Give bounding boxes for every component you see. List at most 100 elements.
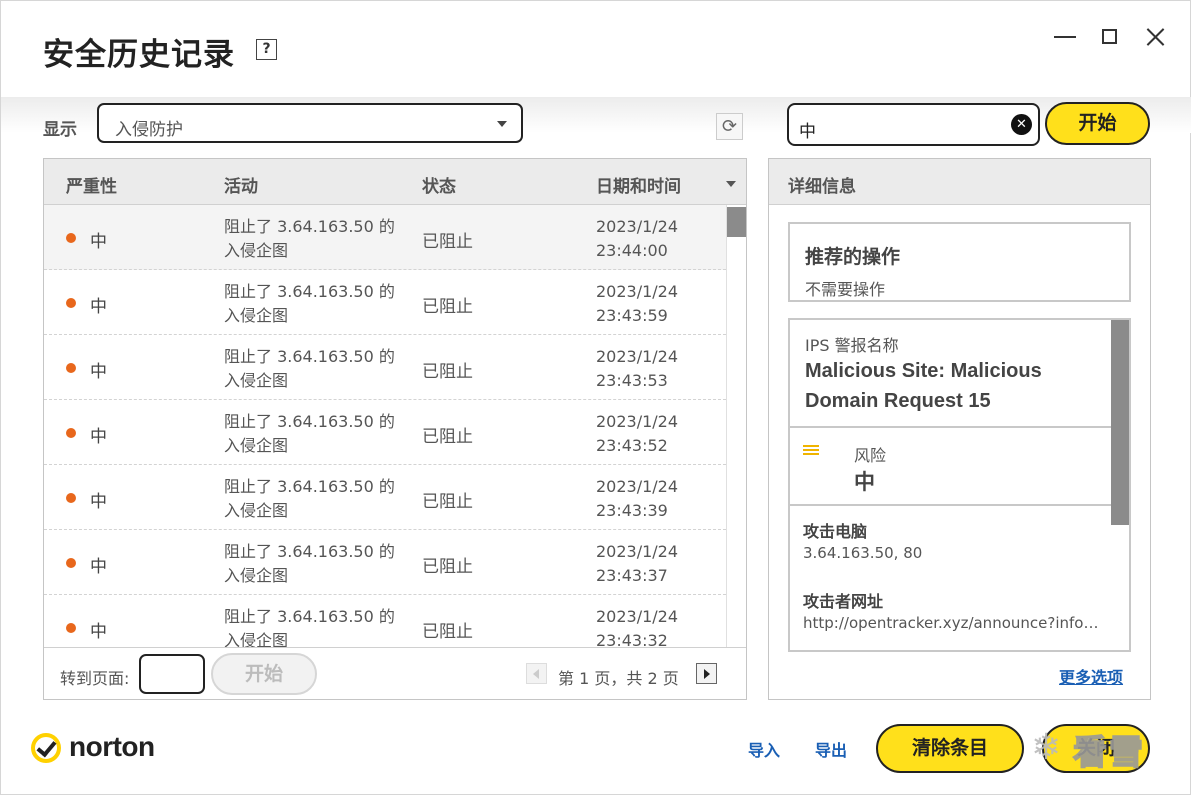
row-activity: 阻止了 3.64.163.50 的入侵企图 bbox=[224, 477, 395, 520]
column-header-datetime[interactable]: 日期和时间 bbox=[596, 172, 681, 197]
minimize-button[interactable] bbox=[1051, 23, 1079, 51]
table-row[interactable]: 中 阻止了 3.64.163.50 的入侵企图 已阻止 2023/1/24 23:… bbox=[44, 205, 726, 270]
table-row[interactable]: 中 阻止了 3.64.163.50 的入侵企图 已阻止 2023/1/24 23:… bbox=[44, 270, 726, 335]
column-header-activity[interactable]: 活动 bbox=[224, 172, 258, 197]
attacker-url-label: 攻击者网址 bbox=[803, 592, 884, 611]
search-input-value: 中 bbox=[799, 122, 816, 142]
list-scrollbar[interactable] bbox=[726, 205, 746, 647]
snowflake-icon: ❄ bbox=[1031, 727, 1062, 768]
ips-alert-label: IPS 警报名称 bbox=[805, 336, 899, 355]
table-row[interactable]: 中 阻止了 3.64.163.50 的入侵企图 已阻止 2023/1/24 23:… bbox=[44, 465, 726, 530]
maximize-button[interactable] bbox=[1096, 23, 1124, 51]
norton-logo-text: norton bbox=[69, 731, 155, 762]
table-row[interactable]: 中 阻止了 3.64.163.50 的入侵企图 已阻止 2023/1/24 23:… bbox=[44, 530, 726, 595]
severity-dot-icon bbox=[66, 363, 76, 373]
severity-dot-icon bbox=[66, 493, 76, 503]
row-activity: 阻止了 3.64.163.50 的入侵企图 bbox=[224, 412, 395, 455]
filter-dropdown[interactable]: 入侵防护 bbox=[97, 103, 523, 143]
attacker-url-value: http://opentracker.xyz/announce?info_has… bbox=[803, 614, 1103, 632]
security-history-window: 安全历史记录 ? 显示 入侵防护 ⟳ 中 ✕ 开始 严重性 活动 状态 日期和时… bbox=[0, 0, 1191, 795]
row-activity: 阻止了 3.64.163.50 的入侵企图 bbox=[224, 542, 395, 585]
row-date: 2023/1/24 bbox=[596, 217, 679, 236]
ips-alert-value: Malicious Site: Malicious Domain Request… bbox=[805, 360, 1042, 412]
risk-section: 风险 中 bbox=[790, 428, 1111, 506]
table-row[interactable]: 中 阻止了 3.64.163.50 的入侵企图 已阻止 2023/1/24 23:… bbox=[44, 595, 726, 647]
row-date: 2023/1/24 bbox=[596, 282, 679, 301]
row-date: 2023/1/24 bbox=[596, 607, 679, 626]
watermark-text: 看雪 bbox=[1072, 732, 1145, 774]
row-severity: 中 bbox=[90, 492, 107, 512]
next-page-icon[interactable] bbox=[696, 663, 717, 684]
goto-page-button[interactable]: 开始 bbox=[211, 653, 317, 695]
clear-entries-button[interactable]: 清除条目 bbox=[876, 724, 1024, 773]
recommended-action-box: 推荐的操作 不需要操作 bbox=[788, 222, 1131, 302]
export-link[interactable]: 导出 bbox=[815, 737, 847, 761]
search-input[interactable]: 中 ✕ bbox=[787, 103, 1040, 146]
table-row[interactable]: 中 阻止了 3.64.163.50 的入侵企图 已阻止 2023/1/24 23:… bbox=[44, 400, 726, 465]
row-time: 23:43:39 bbox=[596, 501, 668, 520]
row-datetime: 2023/1/24 23:43:59 bbox=[596, 280, 678, 328]
window-title: 安全历史记录 bbox=[43, 37, 235, 73]
row-date: 2023/1/24 bbox=[596, 542, 679, 561]
list-scrollbar-thumb[interactable] bbox=[727, 207, 746, 237]
row-severity: 中 bbox=[90, 297, 107, 317]
row-datetime: 2023/1/24 23:43:32 bbox=[596, 605, 678, 647]
severity-dot-icon bbox=[66, 558, 76, 568]
row-datetime: 2023/1/24 23:44:00 bbox=[596, 215, 678, 263]
list-header: 严重性 活动 状态 日期和时间 bbox=[44, 159, 746, 205]
column-header-severity[interactable]: 严重性 bbox=[66, 172, 117, 197]
details-scrollbar-thumb[interactable] bbox=[1111, 320, 1129, 525]
row-status: 已阻止 bbox=[422, 232, 473, 252]
row-severity: 中 bbox=[90, 232, 107, 252]
details-scrollbar[interactable] bbox=[1111, 320, 1129, 650]
close-window-button[interactable] bbox=[1141, 23, 1169, 51]
help-icon[interactable]: ? bbox=[256, 39, 277, 60]
severity-dot-icon bbox=[66, 233, 76, 243]
recommended-action-value: 不需要操作 bbox=[805, 280, 886, 299]
clear-search-icon[interactable]: ✕ bbox=[1011, 114, 1032, 135]
row-date: 2023/1/24 bbox=[596, 412, 679, 431]
row-severity: 中 bbox=[90, 622, 107, 642]
import-link[interactable]: 导入 bbox=[748, 737, 780, 761]
risk-label: 风险 bbox=[854, 446, 887, 465]
risk-value: 中 bbox=[854, 470, 875, 494]
pagination-bar: 转到页面: 开始 第 1 页，共 2 页 bbox=[44, 647, 746, 699]
row-datetime: 2023/1/24 23:43:39 bbox=[596, 475, 678, 523]
row-severity: 中 bbox=[90, 362, 107, 382]
row-time: 23:43:37 bbox=[596, 566, 668, 585]
goto-page-input[interactable] bbox=[139, 654, 205, 694]
show-label: 显示 bbox=[43, 120, 77, 140]
row-status: 已阻止 bbox=[422, 427, 473, 447]
severity-dot-icon bbox=[66, 623, 76, 633]
sort-down-icon[interactable] bbox=[726, 181, 736, 187]
severity-dot-icon bbox=[66, 428, 76, 438]
history-rows: 中 阻止了 3.64.163.50 的入侵企图 已阻止 2023/1/24 23:… bbox=[44, 205, 726, 647]
row-status: 已阻止 bbox=[422, 492, 473, 512]
row-time: 23:43:53 bbox=[596, 371, 668, 390]
refresh-icon[interactable]: ⟳ bbox=[716, 113, 743, 140]
row-time: 23:43:59 bbox=[596, 306, 668, 325]
history-list-panel: 严重性 活动 状态 日期和时间 中 阻止了 3.64.163.50 的入侵企图 … bbox=[43, 158, 747, 700]
details-header: 详细信息 bbox=[769, 159, 1150, 205]
row-date: 2023/1/24 bbox=[596, 477, 679, 496]
details-panel: 详细信息 推荐的操作 不需要操作 IPS 警报名称 Malicious Site… bbox=[768, 158, 1151, 700]
more-options-link[interactable]: 更多选项 bbox=[1059, 664, 1123, 688]
row-datetime: 2023/1/24 23:43:52 bbox=[596, 410, 678, 458]
page-indicator: 第 1 页，共 2 页 bbox=[558, 669, 679, 688]
row-activity: 阻止了 3.64.163.50 的入侵企图 bbox=[224, 282, 395, 325]
row-datetime: 2023/1/24 23:43:37 bbox=[596, 540, 678, 588]
row-severity: 中 bbox=[90, 557, 107, 577]
row-activity: 阻止了 3.64.163.50 的入侵企图 bbox=[224, 347, 395, 390]
alert-info-box: IPS 警报名称 Malicious Site: Malicious Domai… bbox=[788, 318, 1131, 652]
column-header-status[interactable]: 状态 bbox=[422, 172, 456, 197]
previous-page-icon[interactable] bbox=[526, 663, 547, 684]
search-start-button[interactable]: 开始 bbox=[1045, 102, 1150, 145]
row-date: 2023/1/24 bbox=[596, 347, 679, 366]
row-status: 已阻止 bbox=[422, 622, 473, 642]
row-activity: 阻止了 3.64.163.50 的入侵企图 bbox=[224, 607, 395, 647]
details-title: 详细信息 bbox=[788, 177, 856, 197]
severity-dot-icon bbox=[66, 298, 76, 308]
row-status: 已阻止 bbox=[422, 362, 473, 382]
row-datetime: 2023/1/24 23:43:53 bbox=[596, 345, 678, 393]
table-row[interactable]: 中 阻止了 3.64.163.50 的入侵企图 已阻止 2023/1/24 23:… bbox=[44, 335, 726, 400]
